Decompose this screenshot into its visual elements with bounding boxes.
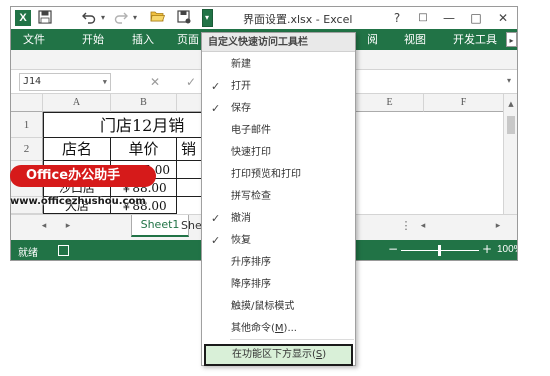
save-as-icon[interactable] [176,10,192,26]
scroll-up-icon[interactable]: ▲ [504,100,517,108]
tab-home[interactable]: 开始 [75,29,111,50]
column-header-a[interactable]: A [43,94,111,112]
data-cell[interactable] [177,161,203,179]
menu-item-label: 保存 [231,103,251,114]
menu-item-accelerator: M [274,323,284,334]
column-header-b[interactable]: B [111,94,177,112]
menu-item[interactable]: 电子邮件 [202,120,355,142]
menu-item[interactable]: ✓ 打开 [202,76,355,98]
column-header-e[interactable]: E [356,94,424,112]
select-all-corner[interactable] [11,94,43,112]
tab-insert[interactable]: 插入 [125,29,161,50]
menu-item-label: 恢复 [231,235,251,246]
tab-view[interactable]: 视图 [397,29,433,50]
menu-item-show-below-ribbon[interactable]: 在功能区下方显示(S) [204,344,353,366]
menu-item-label: 其他命令( [231,323,275,334]
expand-formula-bar-icon[interactable]: ▾ [507,76,511,85]
menu-item-more-commands[interactable]: 其他命令(M)... [202,318,355,340]
sheet-prev-icon[interactable]: ◂ [37,221,51,231]
menu-item[interactable]: ✓ 保存 [202,98,355,120]
scroll-thumb[interactable] [507,116,515,134]
help-button[interactable]: ? [388,9,406,27]
tab-review[interactable]: 阅 [367,29,397,50]
menu-item[interactable]: ✓ 恢复 [202,230,355,252]
menu-item[interactable]: 打印预览和打印 [202,164,355,186]
menu-item[interactable]: ✓ 撤消 [202,208,355,230]
header-cell-price[interactable]: 单价 [111,138,177,161]
menu-item-label: 降序排序 [231,279,271,290]
row-header-2[interactable]: 2 [11,138,43,161]
watermark-badge: Office办公助手 [10,165,156,187]
menu-item[interactable]: 降序排序 [202,274,355,296]
column-header-c[interactable] [177,94,202,112]
hscroll-right-icon[interactable]: ▸ [491,221,505,231]
menu-item-label: 在功能区下方显示( [232,349,316,360]
sheet-more-icon[interactable]: ⋮ [399,219,413,232]
macro-record-icon[interactable] [58,245,69,256]
name-box[interactable]: J14 ▼ [19,73,111,91]
menu-item-label: 升序排序 [231,257,271,268]
status-ready: 就绪 [18,248,38,259]
menu-item-label: )... [283,323,297,334]
check-icon: ✓ [211,102,221,115]
check-icon: ✓ [211,80,221,93]
zoom-slider-thumb[interactable] [438,245,441,256]
enter-entry-button[interactable]: ✓ [183,73,199,91]
sheet-tab-sheet2[interactable]: She [181,215,202,237]
menu-item-label: 打印预览和打印 [231,169,301,180]
sheet-next-icon[interactable]: ▸ [61,221,75,231]
redo-icon[interactable] [113,10,129,26]
menu-item-label: 打开 [231,81,251,92]
customize-qat-menu: 自定义快速访问工具栏 新建 ✓ 打开 ✓ 保存电子邮件快速打印打印预览和打印 拼写检查 ✓ 撤… [201,32,356,366]
menu-item[interactable]: 触摸/鼠标模式 [202,296,355,318]
watermark-url: www.officezhushou.com [10,196,146,207]
menu-item[interactable]: 升序排序 [202,252,355,274]
menu-item-label: 电子邮件 [231,125,271,136]
excel-logo-icon: X [15,10,31,26]
header-cell-sales[interactable]: 销 [177,138,203,161]
menu-item-label: 触摸/鼠标模式 [231,301,295,312]
tab-file[interactable]: 文件 [11,29,57,50]
close-button[interactable]: ✕ [494,9,512,27]
minimize-button[interactable]: — [440,9,458,27]
zoom-level[interactable]: 100% [497,244,517,255]
undo-dropdown-icon[interactable]: ▾ [99,12,107,24]
cancel-entry-button[interactable]: ✕ [147,73,163,91]
menu-item[interactable]: 拼写检查 [202,186,355,208]
undo-icon[interactable] [81,10,97,26]
name-box-value: J14 [23,76,42,87]
folder-open-icon[interactable] [149,10,165,26]
ribbon-display-options-button[interactable]: □ [414,9,432,27]
menu-item-label: ) [322,349,327,360]
menu-header: 自定义快速访问工具栏 [202,33,355,52]
menu-item-label: 快速打印 [231,147,271,158]
redo-dropdown-icon[interactable]: ▾ [131,12,139,24]
zoom-out-button[interactable]: − [388,242,398,256]
hscroll-left-icon[interactable]: ◂ [416,221,430,231]
maximize-button[interactable]: □ [467,9,485,27]
menu-item-label: 拼写检查 [231,191,271,202]
menu-item-label: 撤消 [231,213,251,224]
title-bar: X ▾ ▾ ▾ 界面设置.xlsx - Excel ? □ — □ ✕ [11,7,517,29]
tab-developer[interactable]: 开发工具 [447,29,503,50]
column-header-f[interactable]: F [424,94,504,112]
chevron-down-icon[interactable]: ▼ [103,74,107,90]
row-header-1[interactable]: 1 [11,112,43,138]
window-title: 界面设置.xlsx - Excel [243,13,353,26]
menu-item[interactable]: 快速打印 [202,142,355,164]
menu-item-label: 新建 [231,59,251,70]
check-icon: ✓ [211,234,221,247]
check-icon: ✓ [211,212,221,225]
menu-item[interactable]: 新建 [202,54,355,76]
data-cell[interactable] [177,179,203,197]
customize-qat-button[interactable]: ▾ [202,9,213,27]
vertical-scrollbar[interactable]: ▲ [503,94,517,214]
header-cell-store[interactable]: 店名 [43,138,111,161]
zoom-in-button[interactable]: + [482,242,492,256]
save-icon[interactable] [37,10,53,26]
tabs-scroll-right-button[interactable]: ▸ [506,32,517,47]
title-cell[interactable]: 门店12月销 [43,112,203,138]
